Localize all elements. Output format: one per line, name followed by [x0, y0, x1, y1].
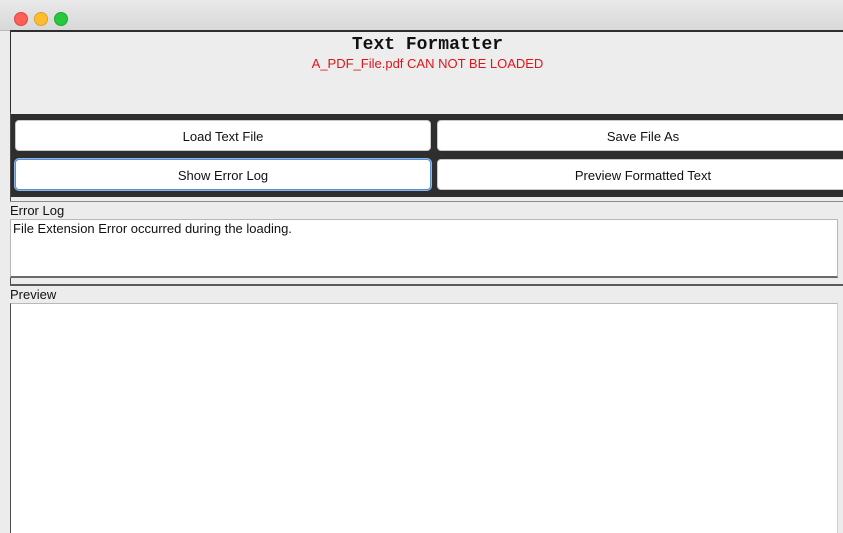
close-window-button[interactable]: [14, 12, 28, 26]
error-log-label: Error Log: [10, 201, 843, 219]
app-window: Text Formatter A_PDF_File.pdf CAN NOT BE…: [0, 0, 843, 533]
status-message: A_PDF_File.pdf CAN NOT BE LOADED: [311, 56, 544, 71]
preview-label: Preview: [10, 284, 843, 303]
load-text-file-button[interactable]: Load Text File: [15, 120, 431, 151]
error-log-text-area[interactable]: File Extension Error occurred during the…: [10, 219, 838, 278]
preview-formatted-text-button[interactable]: Preview Formatted Text: [437, 159, 843, 190]
save-file-as-button[interactable]: Save File As: [437, 120, 843, 151]
button-panel: Load Text File Save File As Show Error L…: [10, 115, 843, 197]
title-bar: [0, 0, 843, 31]
header-panel: Text Formatter A_PDF_File.pdf CAN NOT BE…: [10, 30, 843, 117]
minimize-window-button[interactable]: [34, 12, 48, 26]
maximize-window-button[interactable]: [54, 12, 68, 26]
preview-text-area[interactable]: [10, 303, 838, 533]
app-title: Text Formatter: [351, 35, 504, 55]
show-error-log-button[interactable]: Show Error Log: [15, 159, 431, 190]
